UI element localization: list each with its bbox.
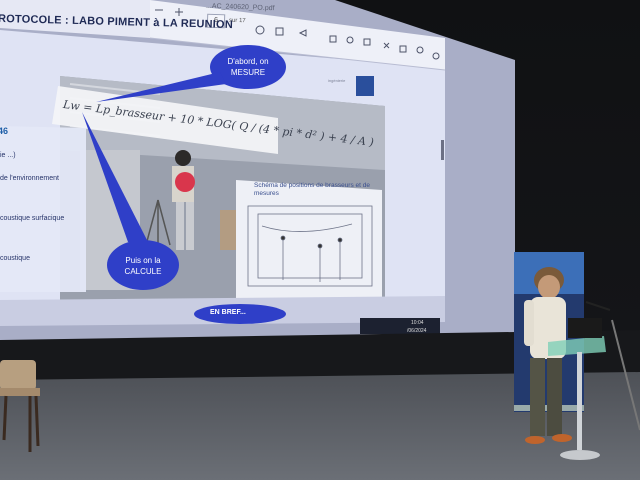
bubble-calcule-text: Puis on la CALCULE [124,256,162,276]
pdf-tab-label[interactable]: ...AC_240620_PO.pdf [206,3,275,12]
slide-section-number: 46 [0,126,9,136]
bubble-mesure-text: D'abord, on MESURE [227,57,269,77]
taskbar-date: /06/2024 [407,328,427,334]
left-text-3: coustique surfacique [0,215,65,222]
slide-title: ROTOCOLE : LABO PIMENT à LA REUNION [0,12,234,32]
left-text-2: de l'environnement [0,175,59,182]
left-text-4: coustique [0,255,30,262]
left-text-1: ie ...) [0,152,16,159]
schema-title: Schéma de positions de brasseurs et de m… [254,182,370,197]
taskbar-time: 10:04 [411,320,424,326]
en-bref-button[interactable]: EN BREF... [210,309,246,316]
acoustic-formula: Lw = Lp_brasseur + 10 * LOG( Q / (4 * pi… [62,98,375,150]
